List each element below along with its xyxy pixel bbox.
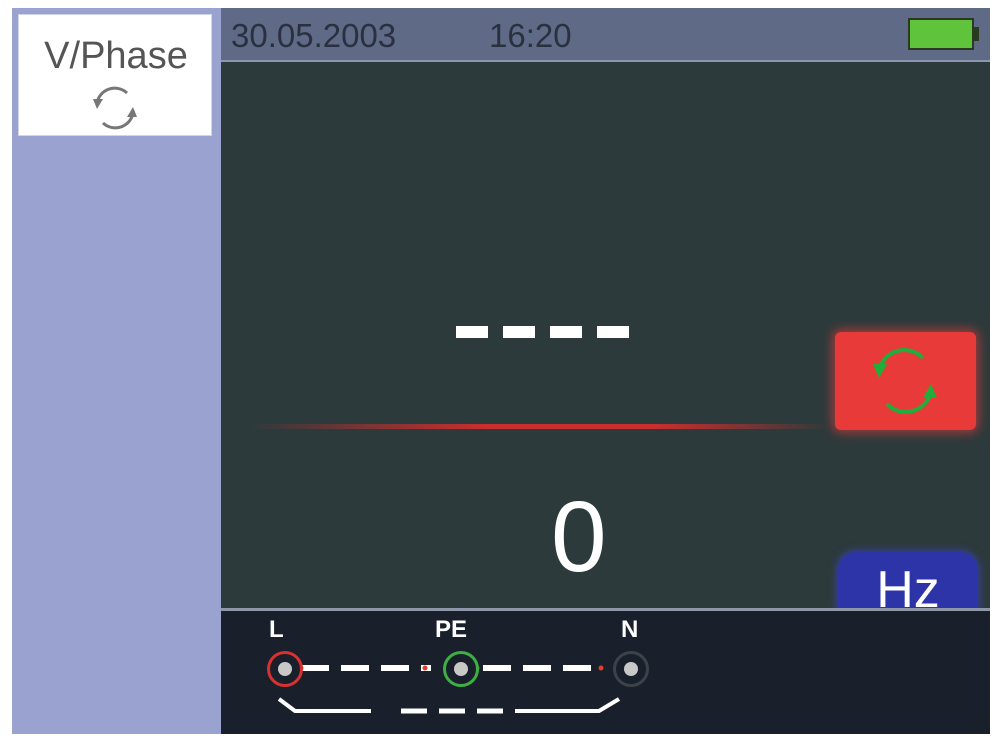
sidebar: V/Phase	[12, 8, 221, 734]
terminal-l-dot	[278, 662, 292, 676]
phase-rotation-button[interactable]	[835, 332, 976, 430]
instrument-screen: V/Phase 30.05.2003 16:20 ----	[12, 8, 990, 734]
frequency-value: 0	[551, 481, 607, 593]
date-display: 30.05.2003	[231, 17, 397, 54]
terminal-pe	[443, 651, 479, 687]
time-display: 16:20	[489, 17, 572, 54]
battery-full-icon	[908, 18, 979, 50]
mode-label: V/Phase	[44, 35, 188, 77]
terminal-label-pe: PE	[435, 616, 468, 643]
primary-reading-underline	[251, 424, 831, 429]
phase-rotation-icon	[93, 86, 137, 130]
terminal-pe-dot	[454, 662, 468, 676]
connection-diagram: L PE N	[221, 611, 990, 734]
primary-reading-text: ----	[221, 62, 222, 63]
primary-reading	[456, 326, 629, 338]
status-bar: 30.05.2003 16:20	[221, 8, 990, 62]
wiring-lines	[277, 665, 621, 714]
phase-rotation-icon	[873, 348, 937, 414]
measurement-area: ---- 0 Hz	[221, 62, 990, 628]
terminal-label-n: N	[621, 616, 639, 643]
mode-selector[interactable]: V/Phase	[18, 14, 212, 136]
terminal-label-l: L	[269, 616, 284, 643]
terminal-n	[613, 651, 649, 687]
terminal-l	[267, 651, 303, 687]
terminal-n-dot	[624, 662, 638, 676]
